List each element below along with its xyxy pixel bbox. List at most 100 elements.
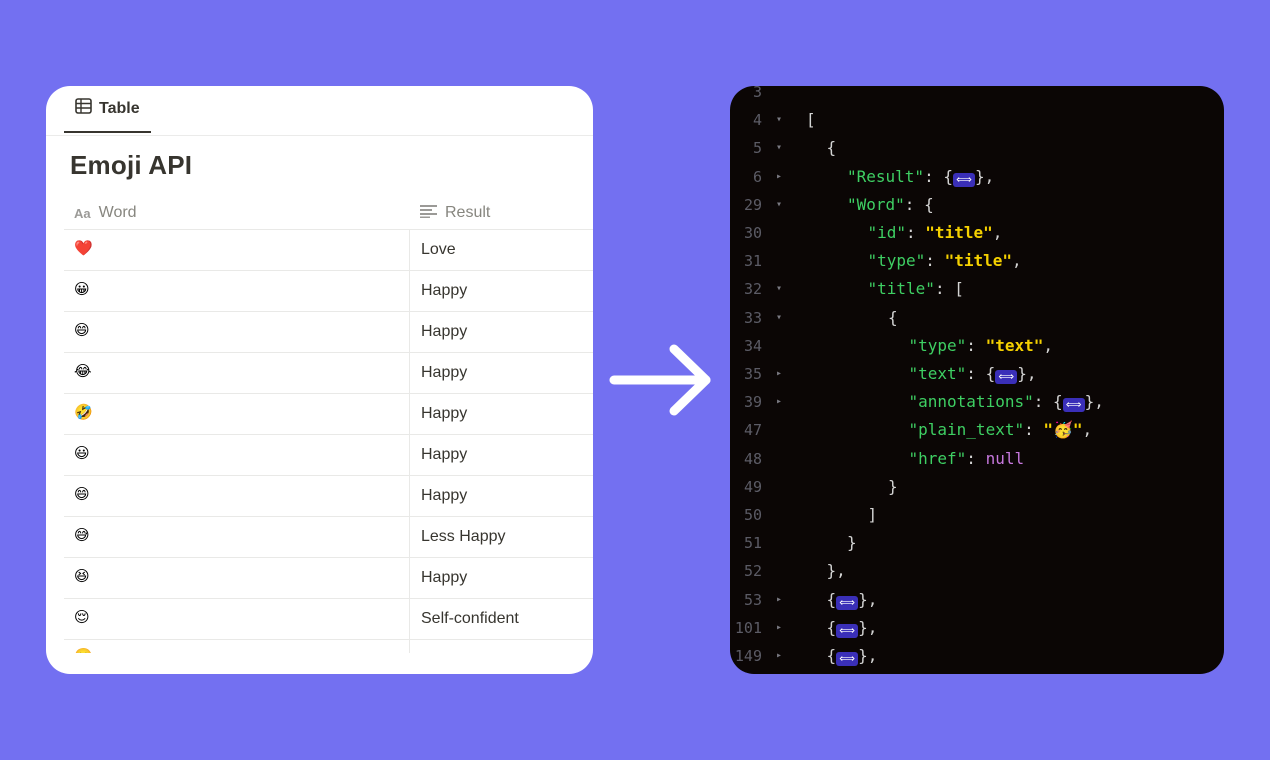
line-number: 49 (743, 477, 762, 496)
json-punctuation: : { (904, 194, 934, 214)
fold-toggle-icon[interactable]: ▸ (776, 163, 782, 191)
json-punctuation: , (1082, 420, 1093, 440)
fold-toggle-icon[interactable]: ▸ (776, 388, 782, 416)
json-null: null (985, 448, 1025, 468)
table-row[interactable]: 😆 Happy (64, 557, 593, 598)
json-punctuation: }, (858, 589, 878, 609)
json-punctuation: }, (974, 166, 995, 186)
line-number: 6 (752, 167, 762, 186)
collapsed-block-badge[interactable]: ⟺ (995, 370, 1018, 384)
code-text: "plain_text": "🥳", (909, 416, 1093, 444)
json-string: "🥳" (1043, 420, 1083, 440)
table-row[interactable]: 😂 Happy (64, 352, 593, 393)
collapsed-block-badge[interactable]: ⟺ (952, 172, 975, 187)
collapsed-block-badge[interactable]: ⟺ (836, 623, 859, 638)
table-row[interactable]: ❤️ Love (64, 229, 593, 270)
code-line: 53 ▸ {⟺}, (730, 586, 1224, 614)
fold-toggle-icon[interactable]: ▾ (776, 304, 782, 332)
result-cell[interactable]: Happy (421, 271, 467, 311)
fold-toggle-icon[interactable]: ▾ (776, 191, 782, 219)
word-cell[interactable]: 😀 (64, 271, 410, 311)
line-number: 50 (743, 506, 762, 524)
fold-toggle-icon[interactable]: ▸ (776, 614, 782, 642)
text-type-icon: Aa (74, 205, 91, 221)
table-row[interactable]: 🤣 Happy (64, 393, 593, 434)
code-text: {⟺}, (826, 586, 878, 614)
json-key: "Result" (847, 166, 925, 186)
code-line: 34 "type": "text", (730, 332, 1224, 360)
word-cell[interactable]: 😄 (64, 312, 410, 352)
json-string: "title" (925, 223, 993, 242)
column-header-result-label: Result (445, 204, 491, 221)
line-number: 29 (743, 195, 762, 214)
result-cell[interactable]: Love (421, 230, 456, 270)
tab-label: Table (99, 99, 140, 117)
column-header-result[interactable]: Result (420, 196, 490, 230)
json-punctuation: , (1012, 251, 1022, 271)
word-cell[interactable]: ❤️ (64, 230, 410, 270)
table-row[interactable]: 😃 Happy (64, 434, 593, 475)
json-punctuation: { (826, 589, 837, 609)
json-punctuation: : (906, 223, 926, 242)
emoji-rofl: 🤣 (74, 404, 93, 421)
result-cell[interactable]: Happy (421, 435, 467, 475)
result-cell[interactable]: Less Happy (421, 517, 506, 557)
table-row[interactable]: 🙂 (64, 639, 593, 653)
page-title: Emoji API (70, 150, 193, 180)
emoji-relieved: 😌 (74, 609, 90, 626)
word-cell[interactable]: 😃 (64, 435, 410, 475)
code-text: "title": [ (868, 275, 964, 303)
tab-table-view[interactable]: Table (64, 86, 151, 133)
json-punctuation: : (966, 335, 986, 355)
fold-toggle-icon[interactable]: ▸ (776, 360, 782, 388)
line-number: 53 (743, 590, 762, 609)
fold-toggle-icon[interactable]: ▾ (776, 134, 782, 162)
code-line: 48 "href": null (730, 445, 1224, 473)
code-line: 29 ▾ "Word": { (730, 191, 1224, 219)
collapsed-block-badge[interactable]: ⟺ (836, 595, 859, 610)
result-cell[interactable]: Happy (421, 353, 467, 393)
result-cell[interactable]: Happy (421, 558, 467, 598)
result-cell[interactable]: Happy (421, 476, 467, 516)
table-row[interactable]: 😅 Less Happy (64, 516, 593, 557)
fold-toggle-icon[interactable]: ▸ (776, 586, 782, 614)
code-text: "Word": { (847, 191, 934, 219)
collapsed-block-badge[interactable]: ⟺ (836, 652, 859, 666)
table-row[interactable]: 😄 Happy (64, 311, 593, 352)
word-cell[interactable]: 🤣 (64, 394, 410, 434)
code-text: } (888, 473, 898, 501)
line-number: 32 (743, 280, 762, 299)
result-cell[interactable]: Happy (421, 394, 467, 434)
json-punctuation: { (888, 307, 898, 327)
json-key: "type" (867, 251, 926, 271)
table-body: ❤️ Love 😀 Happy 😄 Happy 😂 Happy 🤣 Happy … (64, 229, 593, 653)
word-cell[interactable]: 😌 (64, 599, 410, 639)
json-key: "annotations" (908, 392, 1034, 412)
code-line: 3 (730, 86, 1224, 106)
fold-toggle-icon[interactable]: ▾ (776, 106, 782, 134)
word-cell[interactable]: 😄 (64, 476, 410, 516)
json-punctuation: { (826, 138, 837, 158)
code-line: 33 ▾ { (730, 304, 1224, 332)
result-cell[interactable]: Happy (421, 312, 467, 352)
code-text: ] (868, 501, 878, 529)
fold-toggle-icon[interactable]: ▾ (776, 275, 782, 303)
word-cell[interactable]: 😅 (64, 517, 410, 557)
code-line: 50] (730, 501, 1224, 529)
json-punctuation: } (888, 476, 898, 496)
fold-toggle-icon[interactable]: ▸ (776, 642, 782, 670)
result-cell[interactable]: Self-confident (421, 599, 519, 639)
word-cell[interactable]: 😆 (64, 558, 410, 598)
collapsed-block-badge[interactable]: ⟺ (1062, 398, 1085, 413)
code-line: 35 ▸ "text": {⟺}, (730, 360, 1224, 388)
code-text: {⟺}, (827, 642, 877, 670)
column-header-word[interactable]: Aa Word (74, 196, 137, 230)
word-cell[interactable]: 😂 (64, 353, 410, 393)
json-string: "text" (985, 335, 1044, 355)
table-row[interactable]: 😄 Happy (64, 475, 593, 516)
table-row[interactable]: 😀 Happy (64, 270, 593, 311)
table-row[interactable]: 😌 Self-confident (64, 598, 593, 639)
json-punctuation: }, (1084, 392, 1104, 412)
word-cell[interactable]: 🙂 (64, 640, 410, 653)
line-number: 149 (734, 647, 762, 665)
